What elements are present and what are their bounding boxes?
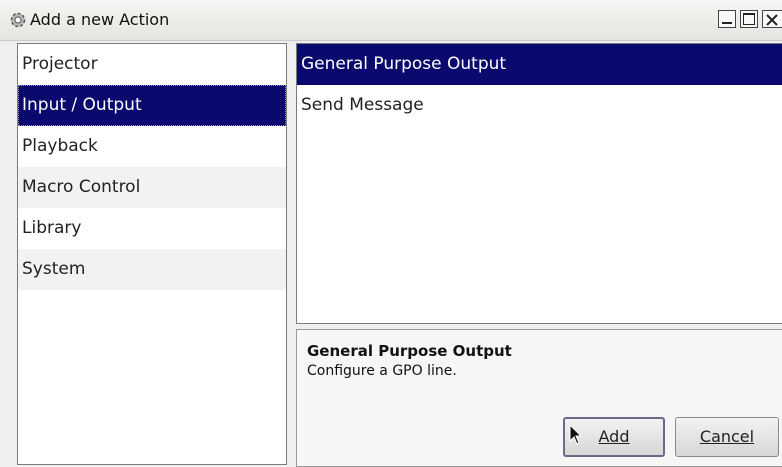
description-title: General Purpose Output bbox=[307, 342, 512, 360]
category-item-projector[interactable]: Projector bbox=[18, 44, 286, 85]
action-list: General Purpose Output Send Message bbox=[296, 43, 782, 324]
minimize-icon[interactable] bbox=[718, 10, 736, 28]
action-item-send-message[interactable]: Send Message bbox=[297, 85, 782, 126]
category-list: Projector Input / Output Playback Macro … bbox=[17, 43, 287, 465]
action-item-general-purpose-output[interactable]: General Purpose Output bbox=[297, 44, 782, 85]
title-bar: Add a new Action bbox=[0, 0, 782, 41]
category-item-library[interactable]: Library bbox=[18, 208, 286, 249]
category-item-system[interactable]: System bbox=[18, 249, 286, 290]
cancel-button[interactable]: Cancel bbox=[675, 417, 779, 457]
category-item-macro-control[interactable]: Macro Control bbox=[18, 167, 286, 208]
mouse-cursor-icon bbox=[569, 423, 585, 446]
maximize-icon[interactable] bbox=[740, 10, 758, 28]
gear-icon bbox=[8, 10, 28, 30]
category-item-playback[interactable]: Playback bbox=[18, 126, 286, 167]
window-title: Add a new Action bbox=[30, 10, 170, 29]
description-text: Configure a GPO line. bbox=[307, 363, 457, 379]
category-item-input-output[interactable]: Input / Output bbox=[18, 85, 286, 126]
close-icon[interactable] bbox=[762, 10, 782, 28]
